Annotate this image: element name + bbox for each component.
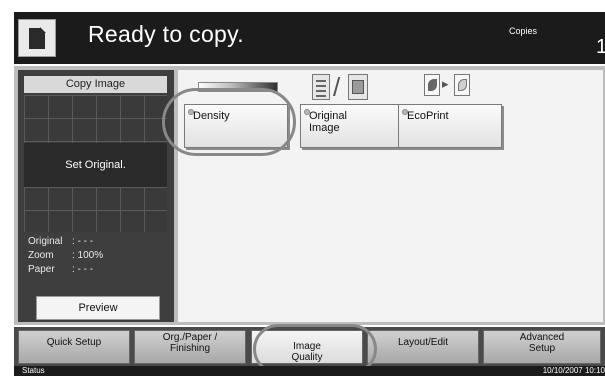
ecoprint-button[interactable]: EcoPrint [398,104,502,148]
ecoprint-button-label: EcoPrint [407,110,449,122]
eco-leaf-icon [424,74,440,96]
text-document-icon [312,74,330,100]
info-value: : - - - [72,236,94,247]
info-label: Paper [28,264,55,275]
info-row-original: Original : - - - [28,236,93,247]
original-image-button-label: Original Image [309,110,347,134]
density-highlight-ring [162,88,296,156]
copy-screen: Ready to copy. Copies 1 Copy Image Set O… [0,0,605,376]
label-line: Original [309,110,347,122]
tab-label: Layout/Edit [397,337,449,348]
info-value: : 100% [72,250,104,261]
status-button[interactable]: Status [22,366,45,376]
main-panel: Copy Image Set Original. Original : - - -… [14,66,605,325]
tab-label: Quick Setup [46,337,102,348]
status-bar: Status 10/10/2007 10:10 [14,366,605,376]
document-icon [18,19,56,57]
status-message: Ready to copy. [88,21,244,47]
tab-label: Setup [528,343,556,354]
copy-image-panel: Copy Image Set Original. Original : - - -… [18,70,174,322]
info-row-paper: Paper : - - - [28,264,93,275]
copy-image-title: Copy Image [24,76,167,93]
tab-label: Org./Paper / [162,332,218,343]
header-bar: Ready to copy. Copies 1 [14,12,605,64]
label-line: Image [309,122,340,134]
set-original-message: Set Original. [24,143,167,187]
tab-org-paper-finishing[interactable]: Org./Paper / Finishing [134,330,246,364]
info-row-zoom: Zoom : 100% [28,250,103,261]
photo-document-icon [348,74,368,100]
arrow-right-icon: ▸ [442,76,449,91]
tab-label: Finishing [169,343,211,354]
info-label: Zoom [28,250,54,261]
eco-leaf-light-icon [454,74,470,96]
info-label: Original [28,236,63,247]
datetime-display: 10/10/2007 10:10 [542,366,605,375]
copies-label: Copies [509,26,538,36]
info-value: : - - - [72,264,94,275]
preview-button[interactable]: Preview [36,296,160,320]
copies-value: 1 [596,36,605,58]
tab-label: Advanced [519,332,565,343]
tab-layout-edit[interactable]: Layout/Edit [367,330,479,364]
slash-separator-icon: / [333,72,341,102]
original-image-button[interactable]: Original Image [300,104,404,148]
tab-advanced-setup[interactable]: Advanced Setup [483,330,601,364]
tab-quick-setup[interactable]: Quick Setup [18,330,130,364]
